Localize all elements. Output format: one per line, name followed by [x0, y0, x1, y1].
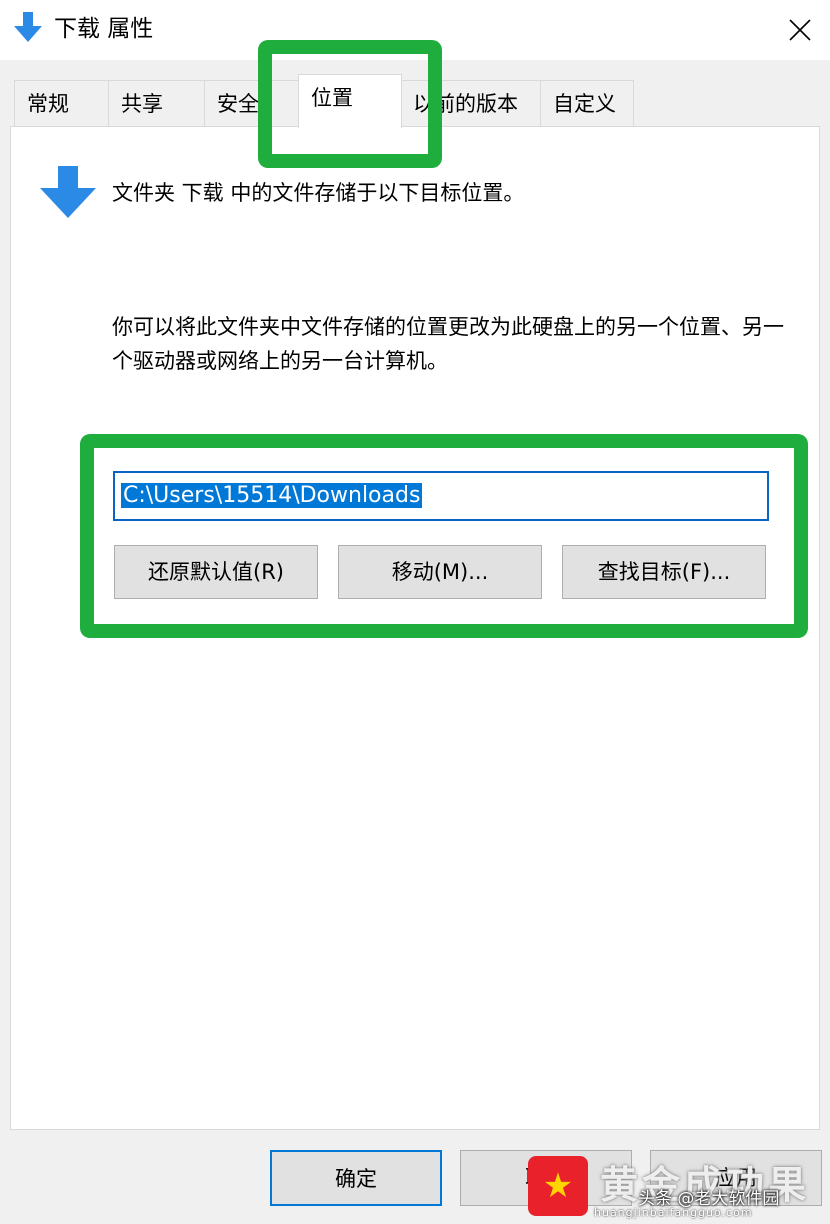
download-arrow-icon — [14, 12, 42, 42]
tab-customize[interactable]: 自定义 — [540, 80, 634, 126]
find-target-button[interactable]: 查找目标(F)... — [562, 545, 766, 599]
location-description: 你可以将此文件夹中文件存储的位置更改为此硬盘上的另一个位置、另一个驱动器或网络上… — [112, 315, 784, 373]
close-icon — [789, 19, 811, 41]
restore-default-button[interactable]: 还原默认值(R) — [114, 545, 318, 599]
tab-label: 以前的版本 — [413, 92, 518, 116]
tab-general[interactable]: 常规 — [14, 80, 110, 126]
close-button[interactable] — [770, 0, 830, 60]
window-title: 下载 属性 — [54, 16, 154, 42]
path-value: C:\Users\15514\Downloads — [121, 483, 423, 508]
tab-label: 安全 — [217, 92, 259, 116]
tab-label: 位置 — [311, 86, 353, 110]
cancel-button[interactable]: 取消 — [460, 1150, 632, 1206]
title-bar: 下载 属性 — [0, 0, 830, 60]
watermark-url: huangjinbaifangguo.com — [594, 1206, 753, 1219]
tab-location[interactable]: 位置 — [298, 74, 402, 128]
tab-security[interactable]: 安全 — [204, 80, 300, 126]
download-folder-icon — [40, 166, 96, 218]
tab-label: 常规 — [27, 92, 69, 116]
tab-label: 共享 — [121, 92, 163, 116]
ok-button[interactable]: 确定 — [270, 1150, 442, 1206]
tab-strip: 常规 共享 安全 位置 以前的版本 自定义 — [0, 74, 830, 128]
location-heading: 文件夹 下载 中的文件存储于以下目标位置。 — [112, 181, 525, 205]
tab-panel — [10, 126, 820, 1130]
path-input[interactable]: C:\Users\15514\Downloads — [113, 471, 769, 521]
move-button[interactable]: 移动(M)... — [338, 545, 542, 599]
tab-label: 自定义 — [553, 92, 616, 116]
apply-button[interactable]: 应用 — [650, 1150, 822, 1206]
tab-previous-versions[interactable]: 以前的版本 — [400, 80, 542, 126]
tab-sharing[interactable]: 共享 — [108, 80, 206, 126]
